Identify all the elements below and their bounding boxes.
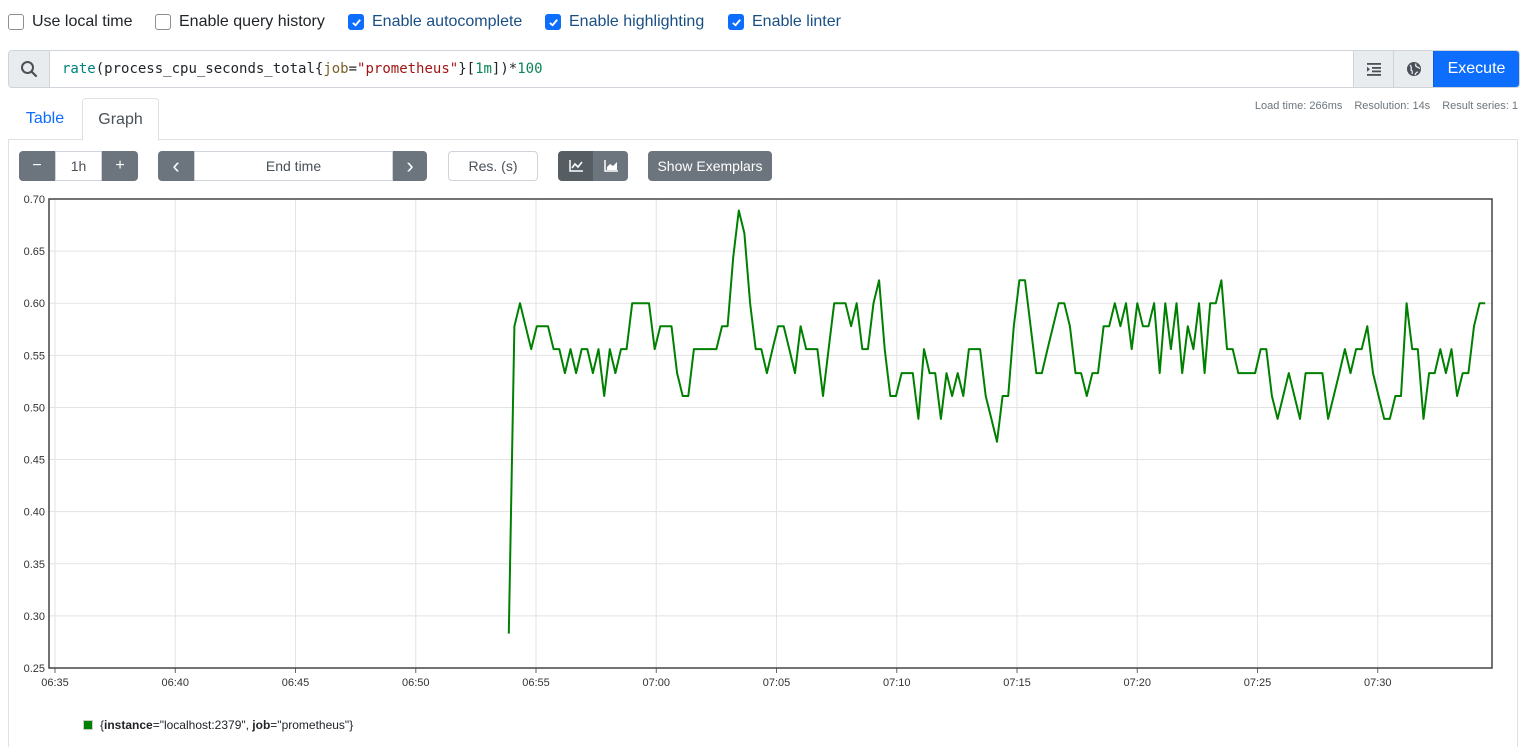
y-tick-label: 0.65: [24, 246, 45, 258]
cpu-rate-chart[interactable]: 0.25 0.30 0.35 0.40 0.45 0.50 0.55 0.60 0.65 0.70…: [0, 188, 1526, 698]
check-icon: [731, 18, 741, 27]
expr-metric: process_cpu_seconds_total: [104, 61, 315, 77]
y-tick-label: 0.30: [24, 611, 45, 623]
check-icon: [548, 18, 558, 27]
option-enable-autocomplete[interactable]: Enable autocomplete: [348, 12, 522, 32]
option-label: Enable query history: [179, 13, 325, 30]
line-chart-icon: [568, 160, 583, 172]
x-tick-label: 07:00: [642, 677, 670, 689]
previous-time-button[interactable]: ‹: [158, 151, 194, 181]
x-tick-label: 06:40: [161, 677, 189, 689]
y-tick-label: 0.55: [24, 350, 45, 362]
chart-legend[interactable]: {instance="localhost:2379", job="prometh…: [83, 718, 353, 732]
format-expression-icon: [1366, 63, 1381, 76]
option-enable-highlighting[interactable]: Enable highlighting: [545, 12, 704, 32]
metrics-explorer-button[interactable]: [1393, 51, 1433, 87]
expression-input[interactable]: rate(process_cpu_seconds_total{job = "prom…: [50, 51, 1353, 87]
x-tick-label: 07:30: [1364, 677, 1392, 689]
expr-label-value: "prometheus": [357, 61, 459, 77]
option-enable-query-history[interactable]: Enable query history: [155, 12, 325, 32]
x-tick-label: 07:15: [1003, 677, 1031, 689]
y-tick-label: 0.70: [24, 194, 45, 206]
checkbox-enable-linter[interactable]: [728, 14, 744, 30]
query-bar: rate(process_cpu_seconds_total{job = "prom…: [8, 50, 1520, 88]
x-tick-label: 06:55: [522, 677, 550, 689]
legend-key-job: job: [252, 718, 271, 732]
y-tick-label: 0.40: [24, 507, 45, 519]
tab-graph[interactable]: Graph: [82, 98, 159, 141]
option-label: Use local time: [32, 13, 133, 30]
line-chart-button[interactable]: [558, 151, 593, 181]
series-line: [507, 209, 1486, 634]
expr-range: 1m: [475, 61, 492, 77]
end-time-input[interactable]: End time: [194, 151, 393, 181]
decrease-range-button[interactable]: −: [19, 151, 55, 181]
chart-mode-toggle: [558, 151, 628, 181]
legend-value-job: ="prometheus": [270, 718, 350, 732]
stacked-chart-button[interactable]: [593, 151, 628, 181]
x-tick-label: 06:50: [402, 677, 430, 689]
option-label: Enable linter: [752, 13, 841, 30]
expr-brace: }[: [458, 61, 476, 77]
legend-value-instance: ="localhost:2379",: [152, 718, 253, 732]
y-tick-label: 0.25: [24, 663, 45, 675]
series-swatch: [83, 720, 93, 730]
legend-close-brace: }: [349, 718, 354, 732]
format-expression-button[interactable]: [1353, 51, 1393, 87]
plot-border: [48, 198, 1493, 669]
increase-range-button[interactable]: +: [102, 151, 138, 181]
legend-key-instance: instance: [104, 718, 153, 732]
legend-series-label: {instance="localhost:2379", job="prometh…: [100, 718, 353, 732]
globe-icon: [1406, 62, 1421, 76]
y-tick-label: 0.50: [24, 402, 45, 414]
range-control: − 1h +: [19, 151, 138, 181]
y-tick-label: 0.45: [24, 455, 45, 467]
end-time-control: ‹ End time ›: [158, 151, 427, 181]
chart-container: 0.25 0.30 0.35 0.40 0.45 0.50 0.55 0.60 0.65 0.70…: [0, 188, 1526, 698]
y-tick-label: 0.60: [24, 298, 45, 310]
x-tick-label: 07:05: [763, 677, 791, 689]
expr-multiplier: 100: [517, 61, 543, 77]
tab-table[interactable]: Table: [8, 98, 82, 140]
check-icon: [351, 18, 361, 27]
search-icon: [9, 51, 50, 87]
checkbox-enable-autocomplete[interactable]: [348, 14, 364, 30]
x-tick-label: 06:45: [282, 677, 310, 689]
x-tick-label: 07:25: [1244, 677, 1272, 689]
option-label: Enable highlighting: [569, 13, 705, 30]
show-exemplars-button[interactable]: Show Exemplars: [648, 151, 772, 181]
query-options: Use local time Enable query history Enab…: [0, 0, 1526, 44]
resolution-control: Res. (s): [448, 151, 538, 181]
resolution-input[interactable]: Res. (s): [448, 151, 538, 181]
x-tick-label: 06:35: [41, 677, 69, 689]
x-tick-label: 07:20: [1123, 677, 1151, 689]
option-enable-linter[interactable]: Enable linter: [728, 12, 841, 32]
checkbox-enable-query-history[interactable]: [155, 14, 171, 30]
exemplars-control: Show Exemplars: [648, 151, 772, 181]
expr-close: ])*: [491, 61, 518, 77]
expr-brace: {: [314, 61, 324, 77]
checkbox-use-local-time[interactable]: [8, 14, 24, 30]
x-tick-label: 07:10: [883, 677, 911, 689]
expr-label-name: job: [323, 61, 349, 77]
option-use-local-time[interactable]: Use local time: [8, 12, 132, 32]
range-input[interactable]: 1h: [55, 151, 102, 181]
checkbox-enable-highlighting[interactable]: [545, 14, 561, 30]
y-tick-label: 0.35: [24, 559, 45, 571]
expr-paren: (: [95, 61, 105, 77]
expr-function: rate: [62, 61, 96, 77]
panel-tabs: Table Graph: [8, 98, 1518, 141]
expr-equals: =: [348, 61, 358, 77]
next-time-button[interactable]: ›: [393, 151, 427, 181]
area-chart-icon: [603, 160, 618, 172]
execute-button[interactable]: Execute: [1433, 51, 1519, 87]
option-label: Enable autocomplete: [372, 13, 523, 30]
